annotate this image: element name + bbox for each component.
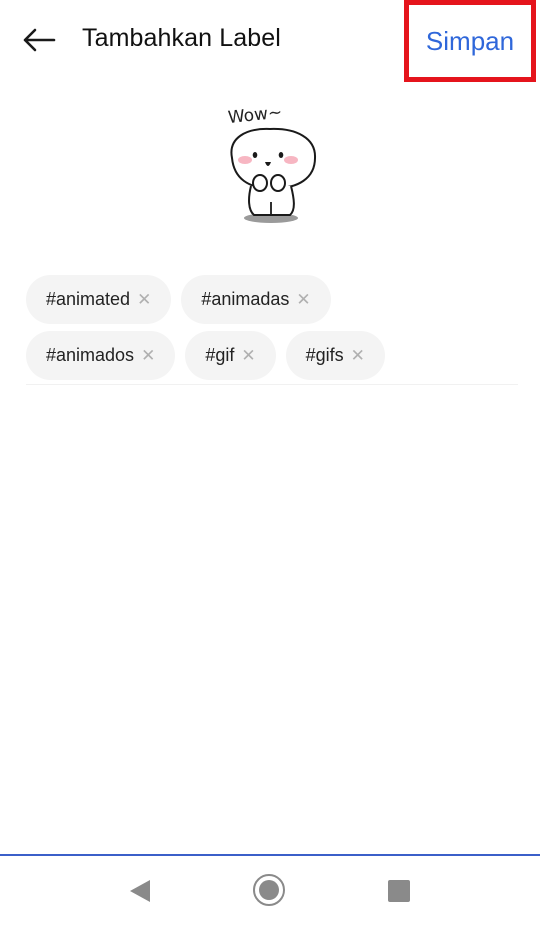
square-recents-icon xyxy=(388,880,410,902)
tag-list: #animated ✕ #animadas ✕ #animados ✕ #gif… xyxy=(26,275,518,387)
nav-back-button[interactable] xyxy=(126,878,152,909)
nav-home-button[interactable] xyxy=(252,873,286,912)
screen: Tambahkan Label Simpan Wow~ #animated ✕ … xyxy=(0,0,540,926)
triangle-back-icon xyxy=(130,880,150,902)
sticker-caption: Wow~ xyxy=(227,103,283,129)
tag-row: #animated ✕ #animadas ✕ xyxy=(26,275,518,324)
system-navigation-bar xyxy=(0,854,540,926)
remove-tag-icon[interactable]: ✕ xyxy=(141,347,155,364)
tag-label: #gif xyxy=(205,345,235,365)
sticker-preview: Wow~ xyxy=(218,98,324,228)
tag-label: #gifs xyxy=(305,345,344,365)
cute-character-sticker: Wow~ xyxy=(227,103,317,223)
tag-chip[interactable]: #animadas ✕ xyxy=(181,275,331,324)
tag-input-underline[interactable] xyxy=(26,384,518,385)
remove-tag-icon[interactable]: ✕ xyxy=(241,347,255,364)
tag-chip[interactable]: #animated ✕ xyxy=(26,275,172,324)
page-title: Tambahkan Label xyxy=(82,24,281,52)
nav-recents-button[interactable] xyxy=(387,879,411,908)
tag-row: #animados ✕ #gif ✕ #gifs ✕ xyxy=(26,331,518,380)
tag-chip[interactable]: #gifs ✕ xyxy=(285,331,385,380)
top-app-bar: Tambahkan Label Simpan xyxy=(0,0,540,82)
remove-tag-icon[interactable]: ✕ xyxy=(137,291,151,308)
arrow-left-icon xyxy=(23,28,56,52)
tag-chip[interactable]: #animados ✕ xyxy=(26,331,176,380)
circle-home-icon xyxy=(253,874,285,906)
save-button-label: Simpan xyxy=(425,25,515,56)
remove-tag-icon[interactable]: ✕ xyxy=(351,347,365,364)
remove-tag-icon[interactable]: ✕ xyxy=(296,291,310,308)
tag-label: #animated xyxy=(46,289,131,309)
tag-label: #animadas xyxy=(201,289,290,309)
tag-label: #animados xyxy=(46,345,135,365)
back-button[interactable] xyxy=(14,18,64,62)
tag-chip[interactable]: #gif ✕ xyxy=(185,331,276,380)
save-button[interactable]: Simpan xyxy=(404,0,536,82)
